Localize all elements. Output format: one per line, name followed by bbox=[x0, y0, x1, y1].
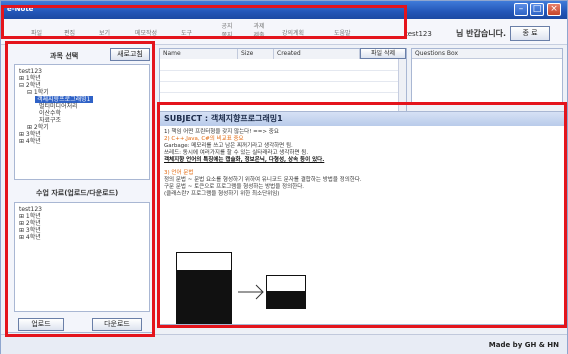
tree-node[interactable]: ⊞ 4학년 bbox=[19, 234, 145, 241]
delete-file-button[interactable]: 파일 삭제 bbox=[360, 48, 406, 59]
note-line: 구문 문법 ~ 토큰으로 프로그램을 형성하는 방법을 정의한다. bbox=[164, 184, 305, 190]
tree-node-selected[interactable]: 객체지향프로그래밍1 bbox=[35, 96, 93, 103]
close-button[interactable]: × bbox=[547, 3, 561, 16]
tree-node[interactable]: ⊞ 4학년 bbox=[19, 138, 145, 145]
menu-help[interactable]: 도움말 bbox=[334, 28, 351, 37]
subject-title: SUBJECT : 객체지향프로그래밍1 bbox=[158, 112, 564, 126]
note-line: 2) C++,Java, C#의 비교표 중요 bbox=[164, 136, 244, 142]
course-tree: test123 ⊞ 1학년 ⊟ 2학년 ⊟ 1학기 객체지향프로그래밍1 멀티미… bbox=[14, 64, 150, 180]
materials-panel-title: 수업 자료(업로드/다운로드) bbox=[36, 189, 119, 197]
tree-node[interactable]: ⊞ 1학년 bbox=[19, 75, 145, 82]
refresh-button[interactable]: 새로고침 bbox=[110, 48, 150, 61]
note-line: 1) 책임 어떤 프린터형을 갖지 않는다! ==> 중요 bbox=[164, 129, 279, 135]
table-row bbox=[160, 70, 400, 71]
menu-syllabus[interactable]: 강의계획 bbox=[282, 28, 304, 37]
title-bar: e-Note – □ × bbox=[1, 1, 567, 19]
column-header-size[interactable]: Size bbox=[238, 49, 274, 59]
upload-button[interactable]: 업로드 bbox=[18, 318, 64, 331]
left-panel: 과목 선택 새로고침 test123 ⊞ 1학년 ⊟ 2학년 ⊟ 1학기 객체지… bbox=[7, 41, 155, 333]
menu-tools[interactable]: 도구 bbox=[181, 28, 192, 37]
table-row bbox=[160, 81, 400, 82]
note-line: 쓰레드: 동시에 여러가지를 할 수 있는 실타래라고 생각하면 됨. bbox=[164, 150, 309, 156]
course-panel-title: 과목 선택 bbox=[50, 52, 79, 60]
lecture-notes[interactable]: 1) 책임 어떤 프린터형을 갖지 않는다! ==> 중요 2) C++,Jav… bbox=[164, 129, 560, 198]
menu-file[interactable]: 파일 bbox=[31, 28, 42, 37]
column-header-name[interactable]: Name bbox=[160, 49, 238, 59]
credit-text: Made by GH & HN bbox=[488, 341, 559, 349]
file-table: Name Size Created 파일 삭제 bbox=[159, 48, 407, 120]
note-line: (클래스란? 프로그램을 형성하기 위한 최소단위임) bbox=[164, 191, 280, 197]
app-window: e-Note – □ × 파일 편집 보기 메모작성 도구 공지 쪽지 과제 제… bbox=[0, 0, 568, 354]
menu-assignment[interactable]: 과제 제출 bbox=[251, 22, 267, 40]
user-id: test123 bbox=[405, 30, 432, 38]
tree-node[interactable]: 자료구조 bbox=[19, 117, 145, 124]
menu-memo[interactable]: 메모작성 bbox=[135, 28, 157, 37]
illustration-large-box bbox=[176, 252, 232, 324]
logout-button[interactable]: 종 료 bbox=[510, 26, 550, 41]
lecture-content: SUBJECT : 객체지향프로그래밍1 1) 책임 어떤 프린터형을 갖지 않… bbox=[157, 111, 565, 325]
column-header-created[interactable]: Created bbox=[274, 49, 360, 59]
tree-node[interactable]: ⊞ 3학년 bbox=[19, 131, 145, 138]
tree-node[interactable]: ⊟ 1학기 bbox=[19, 89, 145, 96]
tree-node[interactable]: test123 bbox=[19, 206, 145, 213]
window-title: e-Note bbox=[7, 5, 34, 13]
note-line: Garbage: 메모리를 쓰고 남은 찌꺼기라고 생각하면 됨. bbox=[164, 143, 293, 149]
maximize-button[interactable]: □ bbox=[530, 3, 544, 16]
tree-node[interactable]: 이산수학 bbox=[19, 110, 145, 117]
questions-box-title: Questions Box bbox=[412, 49, 562, 59]
tree-node[interactable]: ⊟ 2학년 bbox=[19, 82, 145, 89]
tree-node[interactable]: ⊞ 1학년 bbox=[19, 213, 145, 220]
arrow-icon bbox=[238, 284, 264, 300]
table-row bbox=[160, 92, 400, 93]
questions-box[interactable]: Questions Box bbox=[411, 48, 563, 105]
tree-node[interactable]: test123 bbox=[19, 68, 145, 75]
tree-node[interactable]: ⊞ 3학년 bbox=[19, 227, 145, 234]
note-line: 객체지향 언어의 특징에는 캡슐화, 정보은닉, 다형성, 상속 등이 있다. bbox=[164, 157, 325, 163]
illustration-small-box bbox=[266, 275, 306, 309]
status-bar: Made by GH & HN bbox=[1, 334, 567, 354]
tree-node[interactable]: ⊞ 2학기 bbox=[19, 124, 145, 131]
tree-node[interactable]: ⊞ 2학년 bbox=[19, 220, 145, 227]
file-table-scrollbar[interactable] bbox=[398, 59, 406, 119]
download-button[interactable]: 다운로드 bbox=[92, 318, 142, 331]
note-line: 3) 언어 문법 bbox=[164, 170, 194, 176]
materials-tree: test123 ⊞ 1학년 ⊞ 2학년 ⊞ 3학년 ⊞ 4학년 bbox=[14, 202, 150, 312]
menu-view[interactable]: 보기 bbox=[99, 28, 110, 37]
greeting-text: 님 반갑습니다. bbox=[456, 29, 506, 38]
tree-node[interactable]: 멀티미디어처리 bbox=[19, 103, 145, 110]
minimize-button[interactable]: – bbox=[514, 3, 528, 16]
menu-edit[interactable]: 편집 bbox=[64, 28, 75, 37]
menu-notice[interactable]: 공지 쪽지 bbox=[219, 22, 235, 40]
note-line: 정의 문법 ~ 문법 요소를 형성하기 위하여 유니코드 문자를 결합하는 방법… bbox=[164, 177, 362, 183]
